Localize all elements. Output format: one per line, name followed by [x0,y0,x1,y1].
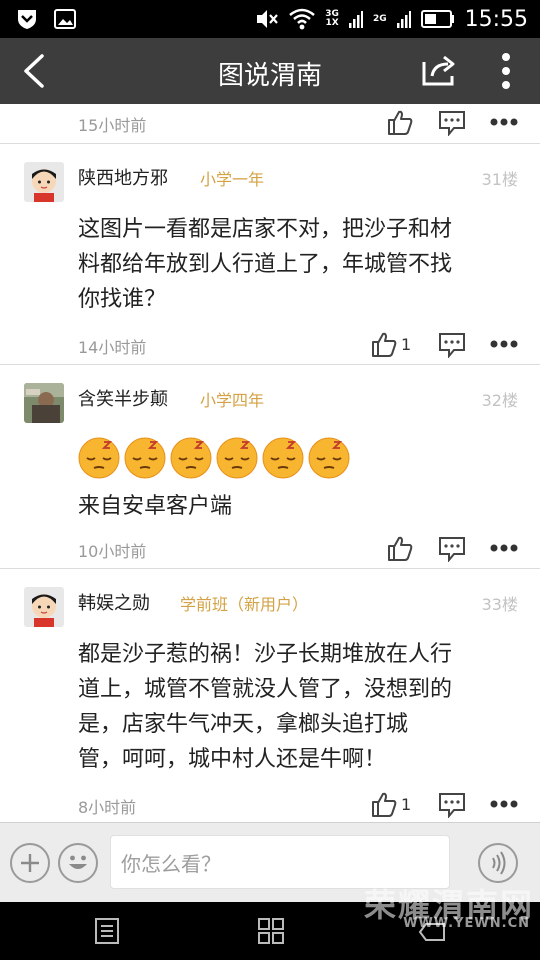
sleepy-emoji-icon [124,437,166,479]
floor-number: 31楼 [481,170,518,189]
back-arrow-icon[interactable] [18,52,54,90]
comment-list[interactable]: 15小时前 陕西地方邪 小学一年 31楼 这图片一看都是店家不对，把沙子和材 料… [0,104,540,822]
comment-time: 14小时前 [78,338,147,357]
user-level: 学前班（新用户） [180,595,309,614]
status-bar: 3G 1X 2G 15:55 [0,0,540,38]
menu-icon[interactable] [92,916,122,946]
comment-icon[interactable] [438,536,466,562]
avatar[interactable] [24,587,64,627]
more-horiz-icon[interactable] [490,796,518,812]
more-horiz-icon[interactable] [490,114,518,130]
add-attachment-button[interactable] [10,843,50,883]
comment-meta: 10小时前 [0,530,540,570]
comment-icon[interactable] [438,110,466,136]
shield-notification-icon [18,10,36,29]
floor-number: 33楼 [481,595,518,614]
comment-meta: 14小时前 1 [0,326,540,366]
comment-icon[interactable] [438,332,466,358]
avatar[interactable] [24,162,64,202]
comment-body: 这图片一看都是店家不对，把沙子和材 料都给年放到人行道上了，年城管不找 你找谁？ [78,217,453,312]
divider [0,364,540,365]
emoji-row [78,437,350,479]
comment-icon[interactable] [438,792,466,818]
image-notification-icon [54,9,76,29]
user-level: 小学四年 [200,391,265,410]
thumbs-up-icon[interactable] [386,534,414,562]
divider [0,568,540,569]
thumbs-up-icon[interactable] [386,108,414,136]
username[interactable]: 陕西地方邪 [78,164,168,190]
plus-icon [21,854,39,872]
mute-icon [257,10,279,28]
signal-2g-icon [396,11,411,28]
comment-time: 8小时前 [78,798,137,817]
sleepy-emoji-icon [170,437,212,479]
divider [0,143,540,144]
signal-icon [348,11,363,28]
emoji-button[interactable] [58,843,98,883]
sleepy-emoji-icon [78,437,120,479]
smiley-icon [69,855,87,869]
comment-meta: 15小时前 [0,104,540,144]
comment-body: 都是沙子惹的祸！沙子长期堆放在人行 道上，城管不管就没人管了，没想到的 是，店家… [78,642,453,772]
sleepy-emoji-icon [216,437,258,479]
avatar[interactable] [24,383,64,423]
sleepy-emoji-icon [308,437,350,479]
comment-meta: 8小时前 1 [0,786,540,822]
like-count: 1 [401,335,412,354]
comment-time: 15小时前 [78,116,147,135]
share-icon[interactable] [420,52,460,90]
voice-input-button[interactable] [478,843,518,883]
thumbs-up-icon[interactable] [370,330,398,358]
thumbs-up-icon[interactable] [370,790,398,818]
voice-wave-icon [492,851,506,875]
clock: 15:55 [464,6,528,32]
like-count: 1 [401,795,412,814]
username[interactable]: 含笑半步颠 [78,385,168,411]
floor-number: 32楼 [481,391,518,410]
comment-body: 来自安卓客户端 [78,494,233,519]
more-vert-icon[interactable] [494,50,518,92]
sleepy-emoji-icon [262,437,304,479]
wifi-icon [289,8,316,30]
home-icon[interactable] [256,916,286,946]
comment-input-placeholder: 你怎么看？ [121,851,221,876]
app-bar: 图说渭南 [0,38,540,104]
comment-time: 10小时前 [78,542,147,561]
more-horiz-icon[interactable] [490,336,518,352]
username[interactable]: 韩娱之勋 [78,589,150,615]
battery-icon [420,10,454,28]
network-2g-label: 2G [372,13,387,24]
user-level: 小学一年 [200,170,265,189]
network-3g-indicator: 3G 1X [325,9,339,28]
more-horiz-icon[interactable] [490,540,518,556]
watermark-url: WWW.YEWN.CN [403,916,530,931]
